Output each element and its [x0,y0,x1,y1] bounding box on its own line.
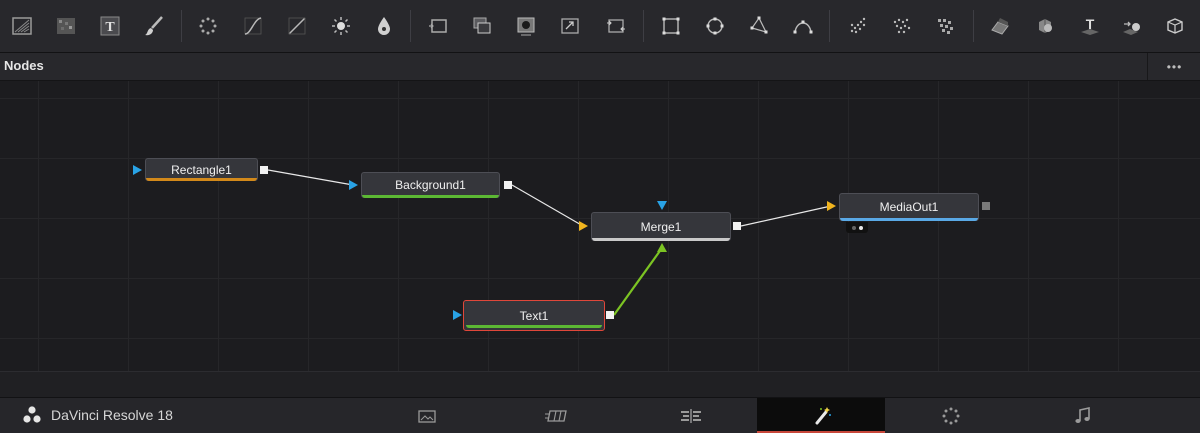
wire-background-to-merge [511,184,584,227]
background-icon[interactable] [420,8,456,44]
renderer-3d-icon[interactable] [1114,8,1150,44]
wire-rectangle-to-background [267,169,354,186]
polygon-mask-icon[interactable] [741,8,777,44]
viewer-1-indicator-icon [851,225,856,230]
svg-text:T: T [105,20,115,35]
node-mediaout1[interactable]: MediaOut1 [839,193,979,221]
node-type-bar [362,195,499,198]
gradient-background-icon[interactable] [4,8,40,44]
effects-toolbar: T T [0,0,1200,53]
page-navigation-bar: DaVinci Resolve 18 [0,397,1200,433]
davinci-resolve-logo-icon [23,406,41,423]
cut-page-icon [545,409,567,422]
resize-icon[interactable] [552,8,588,44]
merge-icon[interactable] [464,8,500,44]
image-plane-3d-icon[interactable] [982,8,1018,44]
rectangle-output-port[interactable] [260,166,268,174]
mediaout-output-port[interactable] [982,202,990,210]
color-page-tab[interactable] [887,398,1015,433]
node-rectangle1[interactable]: Rectangle1 [145,158,258,181]
bspline-mask-icon[interactable] [785,8,821,44]
edit-page-icon [681,408,701,423]
node-type-bar [146,178,257,181]
fusion-page-tab[interactable] [757,398,885,433]
node-merge1[interactable]: Merge1 [591,212,731,241]
merge-background-input-port[interactable] [579,221,588,231]
node-label: Merge1 [640,219,682,234]
text-input-port[interactable] [453,310,462,320]
panel-title: Nodes [4,58,44,73]
fast-noise-icon[interactable] [48,8,84,44]
color-page-icon [942,407,960,424]
background-output-port[interactable] [504,181,512,189]
particle-emitter-icon[interactable] [190,8,226,44]
media-page-tab[interactable] [363,398,491,433]
paint-brush-icon[interactable] [136,8,172,44]
node-type-bar [592,238,730,241]
fairlight-page-icon [1075,406,1090,423]
fusion-page-icon [815,406,831,424]
node-label: Text1 [519,308,549,323]
node-type-bar [840,218,978,221]
text-output-port[interactable] [606,311,614,319]
wire-merge-to-mediaout [740,205,832,227]
node-background1[interactable]: Background1 [361,172,500,198]
app-name: DaVinci Resolve 18 [51,407,173,423]
color-corrector-icon[interactable] [323,8,359,44]
ellipse-mask-icon[interactable] [697,8,733,44]
matte-control-icon[interactable] [508,8,544,44]
panel-options-button[interactable]: ••• [1147,53,1200,80]
viewer-indicators[interactable] [846,222,868,233]
media-page-icon [418,409,436,423]
text-icon[interactable]: T [92,8,128,44]
rectangle-input-port[interactable] [133,165,142,175]
status-strip [0,371,1200,398]
shape-3d-icon[interactable] [1027,8,1063,44]
merge-output-port[interactable] [733,222,741,230]
nodes-panel-header: Nodes ••• [0,53,1200,81]
merge-3d-icon[interactable] [1156,8,1192,44]
color-curves-icon[interactable] [235,8,271,44]
background-input-port[interactable] [349,180,358,190]
cut-page-tab[interactable] [493,398,621,433]
brightness-contrast-icon[interactable] [279,8,315,44]
viewer-2-indicator-icon [858,225,863,230]
more-options-icon: ••• [1166,59,1183,74]
node-text1-selected[interactable]: Text1 [463,300,605,331]
node-editor-canvas[interactable]: Rectangle1 Background1 Merge1 Text1 Medi… [0,81,1200,371]
fairlight-page-tab[interactable] [1019,398,1147,433]
wire-text-to-merge [613,247,663,316]
rectangle-mask-icon[interactable] [653,8,689,44]
mediaout-input-port[interactable] [827,201,836,211]
merge-foreground-input-port[interactable] [657,243,667,252]
edit-page-tab[interactable] [627,398,755,433]
merge-mask-input-port[interactable] [657,201,667,210]
text-3d-icon[interactable]: T [1072,8,1108,44]
node-label: MediaOut1 [879,200,939,214]
particle-pixel-icon[interactable] [928,8,964,44]
node-label: Background1 [395,178,466,192]
node-type-bar [466,325,602,328]
svg-text:T: T [1086,16,1095,32]
particle-render-icon[interactable] [840,8,876,44]
node-label: Rectangle1 [171,162,232,177]
transform-icon[interactable] [598,8,634,44]
blur-icon[interactable] [366,8,402,44]
particle-style-icon[interactable] [884,8,920,44]
